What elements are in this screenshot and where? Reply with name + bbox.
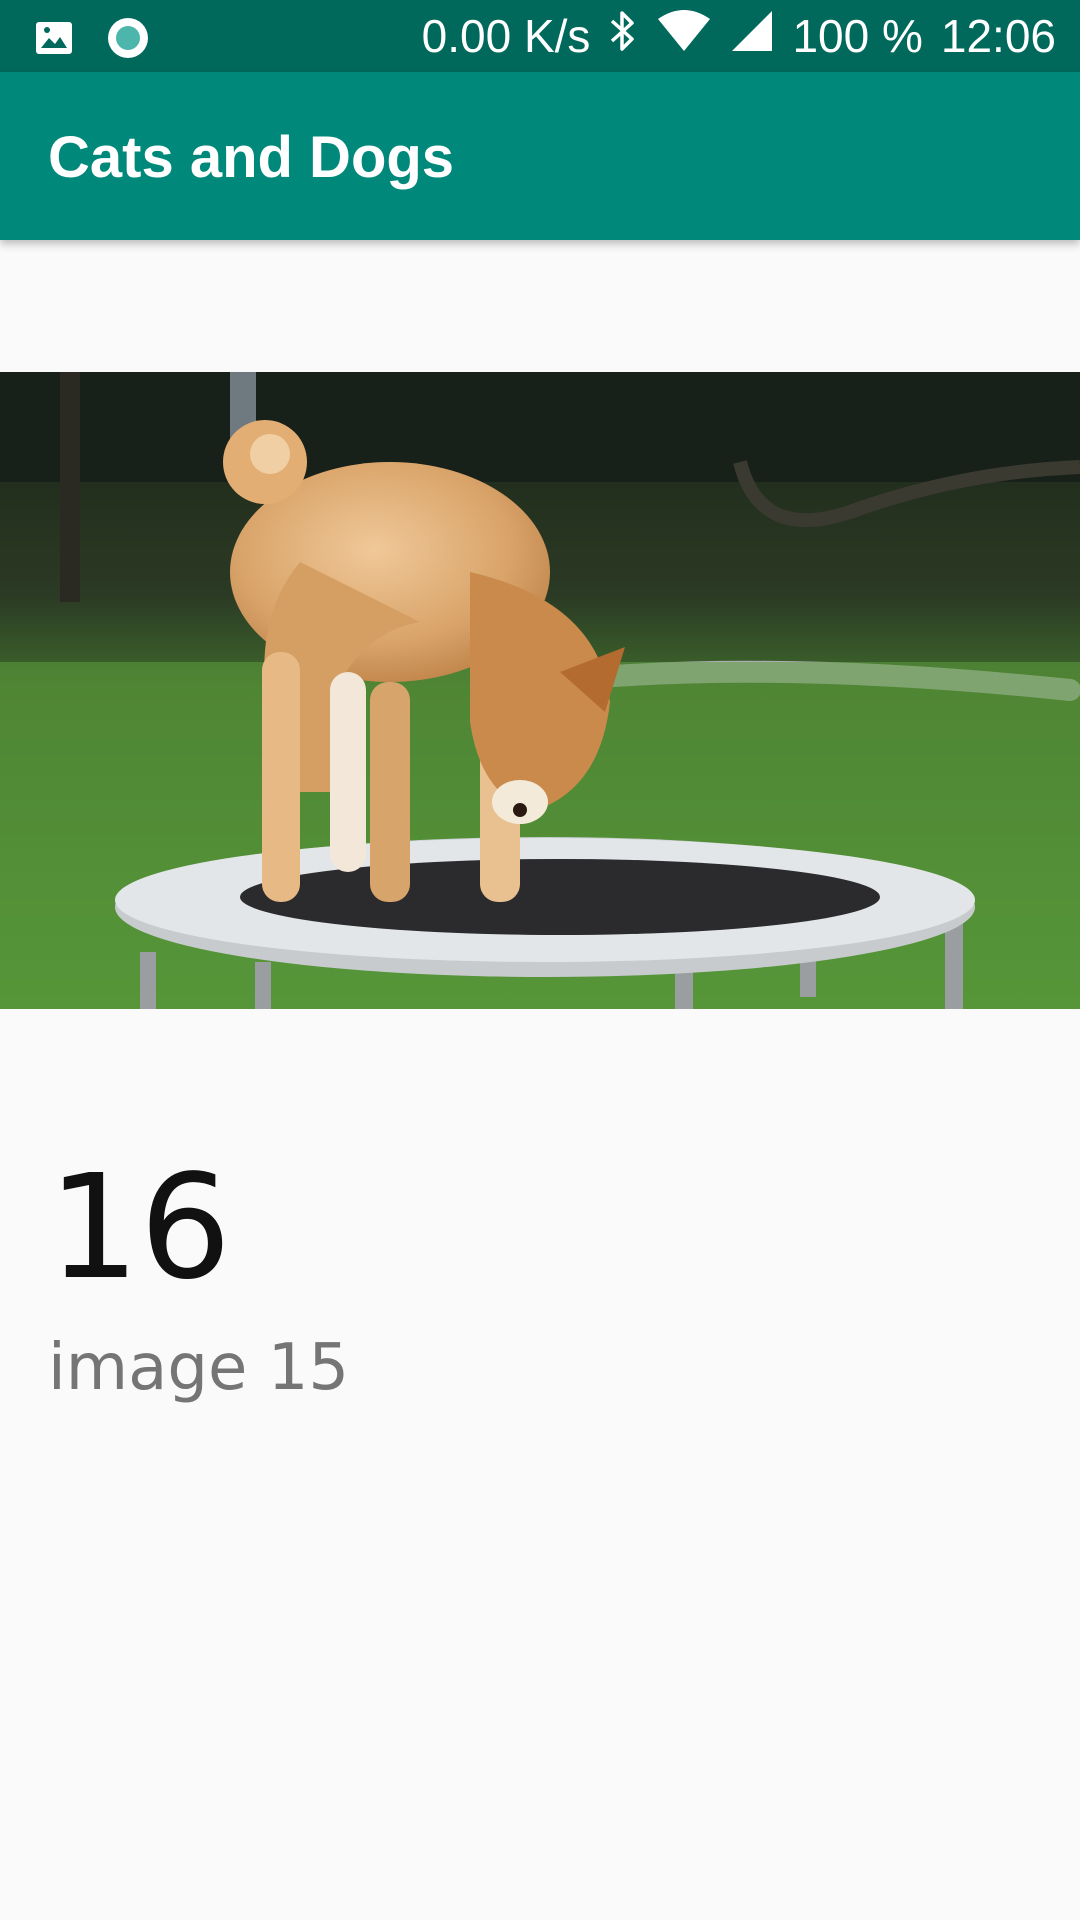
status-right: 0.00 K/s 100 % 12:06: [422, 0, 1056, 72]
wifi-icon: [656, 9, 712, 64]
circle-dot-icon: [106, 16, 150, 65]
net-speed: 0.00 K/s: [421, 10, 591, 62]
status-bar: 0.00 K/s 100 % 12:06: [0, 0, 1080, 72]
signal-icon: [730, 9, 774, 64]
image-icon: [34, 18, 74, 63]
battery-level: 100 %: [792, 10, 923, 62]
clock: 12:06: [940, 10, 1056, 62]
dog-on-trampoline-image: [0, 372, 1080, 1009]
app-bar: Cats and Dogs: [0, 72, 1080, 240]
item-number: 16: [48, 1143, 232, 1311]
status-left-icons: [34, 16, 150, 65]
image-caption: image 15: [48, 1331, 350, 1405]
bluetooth-icon: [608, 9, 638, 64]
app-title: Cats and Dogs: [48, 125, 455, 190]
dog-photo[interactable]: [0, 372, 1080, 1009]
